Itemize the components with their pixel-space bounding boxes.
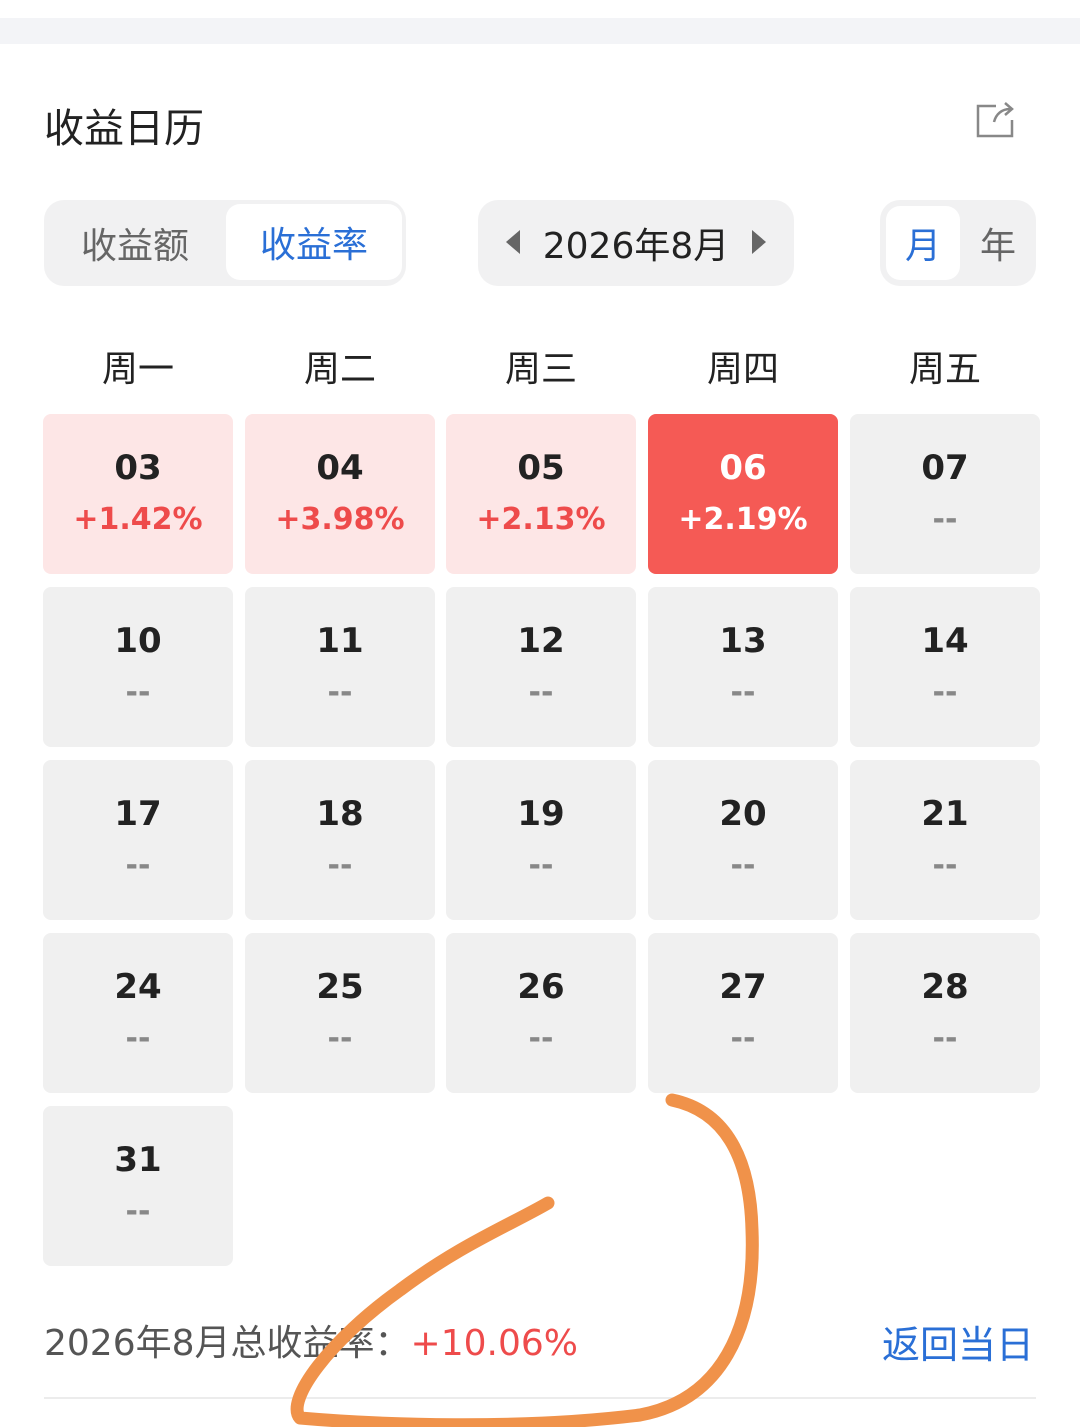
- day-return: --: [528, 848, 554, 883]
- day-return: --: [932, 502, 958, 537]
- back-to-today-button[interactable]: 返回当日: [882, 1314, 1034, 1369]
- day-number: 20: [719, 794, 767, 834]
- day-return: --: [932, 675, 958, 710]
- weekday-mon: 周一: [101, 349, 174, 390]
- day-return: --: [327, 848, 353, 883]
- day-cell[interactable]: 20 --: [648, 760, 838, 920]
- day-return: --: [327, 1021, 353, 1056]
- month-navigator: 2026年8月: [478, 200, 794, 286]
- current-month[interactable]: 2026年8月: [538, 200, 734, 286]
- toggle-amount[interactable]: 收益额: [44, 200, 226, 286]
- day-number: 31: [114, 1140, 162, 1180]
- day-cell[interactable]: 03 +1.42%: [43, 414, 233, 574]
- day-cell[interactable]: 28 --: [850, 933, 1040, 1093]
- day-number: 24: [114, 967, 162, 1007]
- day-number: 12: [517, 621, 565, 661]
- day-cell[interactable]: 17 --: [43, 760, 233, 920]
- weekday-wed: 周三: [504, 349, 577, 390]
- day-return: +2.19%: [678, 502, 808, 537]
- day-number: 04: [316, 448, 364, 488]
- weekday-header: 周一 周二 周三 周四 周五: [43, 340, 1040, 400]
- day-number: 18: [316, 794, 364, 834]
- day-cell[interactable]: 07 --: [850, 414, 1040, 574]
- day-cell[interactable]: 31 --: [43, 1106, 233, 1266]
- day-return: --: [730, 1021, 756, 1056]
- day-number: 27: [719, 967, 767, 1007]
- day-cell[interactable]: 06 +2.19%: [648, 414, 838, 574]
- day-number: 21: [921, 794, 969, 834]
- day-cell[interactable]: 26 --: [446, 933, 636, 1093]
- summary-value: +10.06%: [410, 1323, 578, 1364]
- day-return: --: [730, 675, 756, 710]
- period-year[interactable]: 年: [960, 200, 1036, 286]
- month-summary: 2026年8月总收益率：+10.06%: [44, 1314, 578, 1366]
- metric-toggle: 收益额 收益率: [44, 200, 406, 286]
- page-title: 收益日历: [44, 106, 204, 152]
- day-number: 03: [114, 448, 162, 488]
- day-number: 26: [517, 967, 565, 1007]
- day-number: 19: [517, 794, 565, 834]
- day-return: --: [528, 675, 554, 710]
- share-icon[interactable]: [974, 100, 1016, 140]
- weekday-thu: 周四: [706, 349, 779, 390]
- period-month[interactable]: 月: [886, 206, 960, 280]
- day-number: 13: [719, 621, 767, 661]
- weekday-fri: 周五: [908, 349, 981, 390]
- day-number: 06: [719, 448, 767, 488]
- weekday-tue: 周二: [303, 349, 376, 390]
- day-cell[interactable]: 14 --: [850, 587, 1040, 747]
- day-number: 11: [316, 621, 364, 661]
- day-number: 07: [921, 448, 969, 488]
- day-cell[interactable]: 24 --: [43, 933, 233, 1093]
- day-return: --: [932, 1021, 958, 1056]
- day-cell[interactable]: 10 --: [43, 587, 233, 747]
- day-cell[interactable]: 04 +3.98%: [245, 414, 435, 574]
- day-return: +1.42%: [73, 502, 203, 537]
- day-return: --: [125, 1021, 151, 1056]
- summary-label: 2026年8月总收益率：: [44, 1323, 411, 1364]
- chevron-left-icon[interactable]: [506, 230, 520, 254]
- day-return: --: [730, 848, 756, 883]
- day-cell[interactable]: 05 +2.13%: [446, 414, 636, 574]
- chevron-right-icon[interactable]: [752, 230, 766, 254]
- day-cell[interactable]: 27 --: [648, 933, 838, 1093]
- day-return: --: [125, 1194, 151, 1229]
- top-separator: [0, 18, 1080, 44]
- day-number: 05: [517, 448, 565, 488]
- day-return: +3.98%: [275, 502, 405, 537]
- day-cell[interactable]: 11 --: [245, 587, 435, 747]
- day-cell[interactable]: 12 --: [446, 587, 636, 747]
- toggle-rate[interactable]: 收益率: [226, 204, 402, 280]
- day-number: 25: [316, 967, 364, 1007]
- day-return: --: [125, 848, 151, 883]
- day-return: --: [327, 675, 353, 710]
- day-number: 17: [114, 794, 162, 834]
- period-toggle: 月 年: [880, 200, 1036, 286]
- day-cell[interactable]: 18 --: [245, 760, 435, 920]
- day-number: 28: [921, 967, 969, 1007]
- day-number: 14: [921, 621, 969, 661]
- divider: [44, 1397, 1036, 1399]
- day-number: 10: [114, 621, 162, 661]
- day-cell[interactable]: 13 --: [648, 587, 838, 747]
- day-return: +2.13%: [476, 502, 606, 537]
- day-cell[interactable]: 19 --: [446, 760, 636, 920]
- day-return: --: [932, 848, 958, 883]
- day-cell[interactable]: 21 --: [850, 760, 1040, 920]
- day-return: --: [528, 1021, 554, 1056]
- day-cell[interactable]: 25 --: [245, 933, 435, 1093]
- day-return: --: [125, 675, 151, 710]
